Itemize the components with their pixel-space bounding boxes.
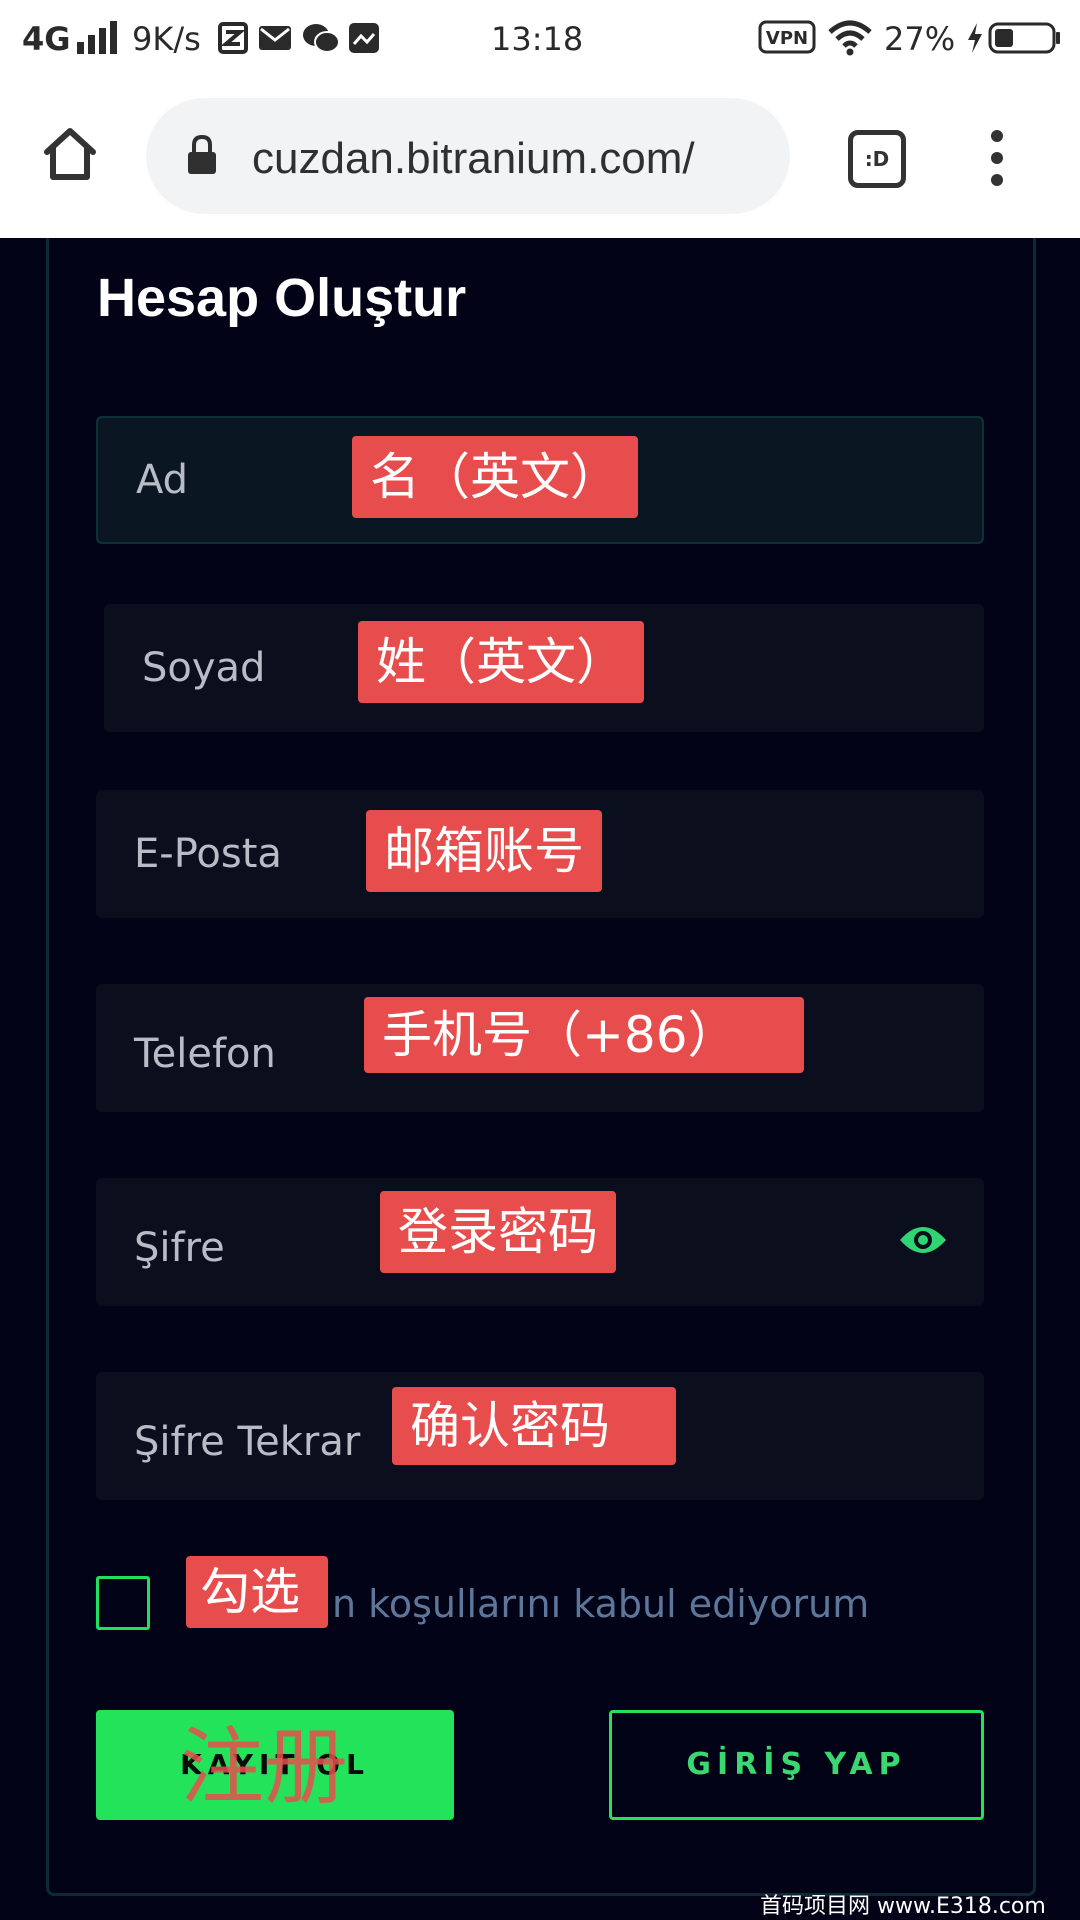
eye-icon[interactable] xyxy=(898,1222,948,1258)
page-title: Hesap Oluştur xyxy=(97,268,467,328)
charging-icon xyxy=(968,23,982,53)
clock: 13:18 xyxy=(491,20,584,58)
phone-annotation: 手机号（+86） xyxy=(364,997,804,1073)
last-name-label: Soyad xyxy=(142,645,266,691)
password-label: Şifre xyxy=(134,1225,225,1271)
register-page: Hesap Oluştur Ad 名（英文） Soyad 姓（英文） E-Pos… xyxy=(0,238,1080,1920)
tab-switcher-label: :D xyxy=(864,147,890,171)
address-bar[interactable]: cuzdan.bitranium.com/ xyxy=(146,98,790,214)
battery-icon xyxy=(988,22,1060,54)
login-button[interactable]: GİRİŞ YAP xyxy=(609,1710,984,1820)
network-speed: 9K/s xyxy=(132,20,201,58)
vpn-icon: VPN xyxy=(758,20,816,54)
app-notification-icon xyxy=(218,22,248,54)
home-icon[interactable] xyxy=(42,126,98,182)
last-name-annotation: 姓（英文） xyxy=(358,621,644,703)
signal-icon xyxy=(77,21,117,54)
email-annotation: 邮箱账号 xyxy=(366,810,602,892)
tab-switcher-button[interactable]: :D xyxy=(848,130,906,188)
vpn-label: VPN xyxy=(766,28,808,49)
email-label: E-Posta xyxy=(134,831,282,877)
wifi-icon xyxy=(828,20,872,56)
register-annotation: 注册 xyxy=(180,1718,349,1816)
browser-toolbar: cuzdan.bitranium.com/ :D xyxy=(0,78,1080,238)
wechat-icon xyxy=(303,24,340,53)
url-text[interactable]: cuzdan.bitranium.com/ xyxy=(252,134,782,184)
password-annotation: 登录密码 xyxy=(380,1191,616,1273)
battery-percent: 27% xyxy=(884,20,956,58)
lock-icon xyxy=(188,134,216,174)
phone-label: Telefon xyxy=(134,1031,276,1077)
first-name-label: Ad xyxy=(136,457,189,503)
more-menu-icon[interactable] xyxy=(984,128,1010,188)
password-confirm-label: Şifre Tekrar xyxy=(134,1419,361,1465)
terms-checkbox[interactable] xyxy=(96,1576,150,1630)
terms-annotation: 勾选 xyxy=(186,1556,328,1628)
mail-icon xyxy=(259,26,291,50)
watermark: 首码项目网 www.E318.com xyxy=(760,1894,1046,1919)
password-confirm-annotation: 确认密码 xyxy=(392,1387,676,1465)
terms-text: n koşullarını kabul ediyorum xyxy=(332,1582,870,1626)
status-bar: 4G 9K/s 13:18 VPN 27% xyxy=(0,0,1080,78)
first-name-annotation: 名（英文） xyxy=(352,436,638,518)
network-type: 4G xyxy=(22,20,71,58)
gallery-icon xyxy=(349,23,379,53)
